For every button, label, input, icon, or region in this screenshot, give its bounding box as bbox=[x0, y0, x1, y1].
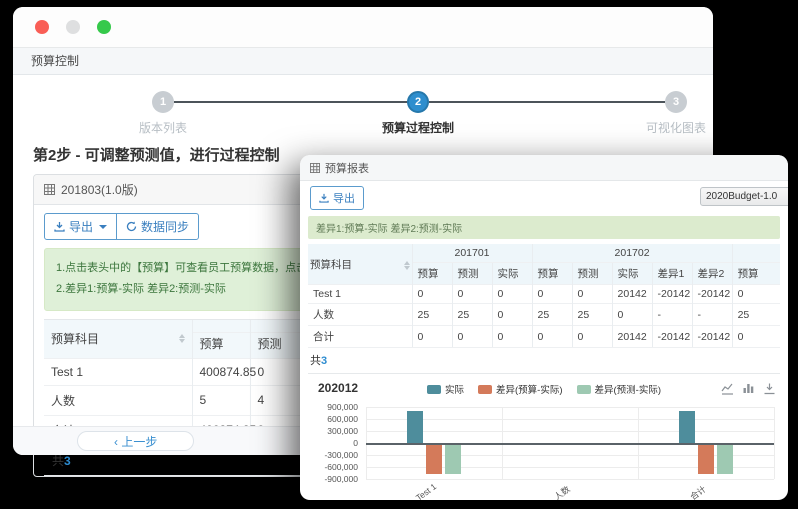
group-header-201702[interactable]: 201702 bbox=[532, 244, 732, 263]
y-axis-tick: -600,000 bbox=[300, 462, 358, 472]
y-axis-tick: 300,000 bbox=[300, 426, 358, 436]
step-3-label: 可视化图表 bbox=[606, 119, 746, 136]
line-chart-icon[interactable] bbox=[721, 382, 734, 395]
bar-实际 bbox=[679, 411, 695, 443]
toolbar: 导出 数据同步 bbox=[44, 213, 199, 240]
group-header-next bbox=[732, 244, 780, 263]
report-col-forecast-1[interactable]: 预测 bbox=[452, 263, 492, 285]
row-count-value: 3 bbox=[64, 454, 71, 468]
refresh-icon bbox=[126, 221, 137, 232]
chart-header: 202012 实际差异(预算-实际)差异(预测-实际) bbox=[300, 379, 788, 399]
download-icon bbox=[54, 221, 65, 232]
bar-差异(预算-实际) bbox=[426, 443, 442, 474]
report-col-budget-2[interactable]: 预算 bbox=[532, 263, 572, 285]
chart-legend: 实际 差异(预算-实际) 差异(预测-实际) bbox=[300, 382, 788, 396]
legend-label: 差异(预测-实际) bbox=[595, 382, 662, 396]
y-axis-tick: -900,000 bbox=[300, 474, 358, 484]
step-connector bbox=[429, 101, 665, 103]
report-col-diff2[interactable]: 差异2 bbox=[692, 263, 732, 285]
legend-item[interactable]: 差异(预算-实际) bbox=[478, 382, 563, 396]
table-row[interactable]: Test 1 0 0 0 0 0 20142 -20142 -20142 0 bbox=[308, 285, 780, 304]
step-2-label: 预算过程控制 bbox=[348, 119, 488, 136]
data-sync-button-label: 数据同步 bbox=[141, 218, 189, 235]
window-titlebar bbox=[13, 7, 713, 48]
report-col-budget-3[interactable]: 预算 bbox=[732, 263, 780, 285]
y-axis-tick: 900,000 bbox=[300, 402, 358, 412]
version-panel-title: 201803(1.0版) bbox=[61, 181, 138, 198]
minimize-window-icon[interactable] bbox=[66, 20, 80, 34]
budget-report-window: 预算报表 导出 2020Budget-1.0 差异1:预算-实际 差异2:预测-… bbox=[300, 155, 788, 500]
close-window-icon[interactable] bbox=[35, 20, 49, 34]
gridline bbox=[366, 431, 774, 432]
step-1-circle[interactable]: 1 bbox=[152, 91, 174, 113]
bar-差异(预测-实际) bbox=[445, 443, 461, 474]
export-button[interactable]: 导出 bbox=[44, 213, 117, 240]
y-axis-tick: 0 bbox=[300, 438, 358, 448]
legend-item[interactable]: 实际 bbox=[427, 382, 464, 396]
report-export-button[interactable]: 导出 bbox=[310, 186, 364, 210]
legend-swatch bbox=[577, 385, 591, 394]
column-header-budget[interactable]: 预算 bbox=[192, 332, 250, 358]
legend-item[interactable]: 差异(预测-实际) bbox=[577, 382, 662, 396]
export-button-label: 导出 bbox=[69, 218, 93, 235]
table-icon bbox=[310, 163, 320, 173]
report-col-forecast-2[interactable]: 预测 bbox=[572, 263, 612, 285]
gridline bbox=[366, 419, 774, 420]
diff-note: 差异1:预算-实际 差异2:预测-实际 bbox=[308, 216, 780, 239]
legend-label: 差异(预算-实际) bbox=[496, 382, 563, 396]
report-toolbar: 导出 2020Budget-1.0 bbox=[300, 181, 788, 214]
report-col-diff1[interactable]: 差异1 bbox=[652, 263, 692, 285]
table-icon bbox=[44, 184, 55, 195]
data-sync-button[interactable]: 数据同步 bbox=[116, 213, 199, 240]
report-title: 预算报表 bbox=[325, 160, 369, 176]
chart-toolbox bbox=[721, 382, 776, 395]
bar-chart-icon[interactable] bbox=[742, 382, 755, 395]
page-title: 预算控制 bbox=[13, 48, 713, 75]
chart-canvas: 900,000 600,000 300,000 0 -300,000 -600,000 -9… bbox=[300, 403, 788, 500]
table-row[interactable]: 人数 25 25 0 25 25 0 - - 25 bbox=[308, 304, 780, 326]
report-header: 预算报表 bbox=[300, 155, 788, 181]
report-subject-label: 预算科目 bbox=[310, 259, 352, 271]
step-1-label: 版本列表 bbox=[93, 119, 233, 136]
subject-header-label: 预算科目 bbox=[51, 332, 99, 346]
gridline bbox=[366, 407, 774, 408]
row-count-value: 3 bbox=[321, 355, 327, 367]
report-row-count: 共3 bbox=[308, 347, 780, 374]
report-col-budget-1[interactable]: 预算 bbox=[412, 263, 452, 285]
legend-swatch bbox=[478, 385, 492, 394]
stepper: 1 2 3 版本列表 预算过程控制 可视化图表 bbox=[13, 75, 713, 137]
previous-step-button[interactable]: ‹ 上一步 bbox=[77, 431, 194, 451]
legend-swatch bbox=[427, 385, 441, 394]
group-header-201701[interactable]: 201701 bbox=[412, 244, 532, 263]
y-axis-tick: -300,000 bbox=[300, 450, 358, 460]
legend-label: 实际 bbox=[445, 382, 464, 396]
report-col-actual-1[interactable]: 实际 bbox=[492, 263, 532, 285]
step-connector bbox=[174, 101, 408, 103]
table-row[interactable]: 合计 0 0 0 0 0 20142 -20142 -20142 0 bbox=[308, 326, 780, 348]
save-image-icon[interactable] bbox=[763, 382, 776, 395]
step-3-circle[interactable]: 3 bbox=[665, 91, 687, 113]
report-col-actual-2[interactable]: 实际 bbox=[612, 263, 652, 285]
caret-down-icon bbox=[99, 225, 107, 229]
zoom-window-icon[interactable] bbox=[97, 20, 111, 34]
report-export-label: 导出 bbox=[333, 190, 355, 206]
plot-area bbox=[366, 407, 774, 479]
sort-icon[interactable] bbox=[179, 334, 185, 343]
download-icon bbox=[319, 193, 329, 203]
row-count-prefix: 共 bbox=[310, 355, 321, 367]
gridline bbox=[774, 407, 775, 479]
report-column-subject[interactable]: 预算科目 bbox=[308, 244, 412, 285]
row-count-prefix: 共 bbox=[52, 454, 64, 468]
report-table: 预算科目 201701 201702 预算 预测 实际 预算 预测 实际 差异1… bbox=[308, 244, 780, 347]
bar-实际 bbox=[407, 411, 423, 443]
zero-axis-line bbox=[366, 443, 774, 445]
sort-icon[interactable] bbox=[404, 261, 410, 270]
column-header-subject[interactable]: 预算科目 bbox=[44, 319, 192, 358]
y-axis-tick: 600,000 bbox=[300, 414, 358, 424]
bar-差异(预测-实际) bbox=[717, 443, 733, 474]
step-2-circle[interactable]: 2 bbox=[407, 91, 429, 113]
budget-version-select[interactable]: 2020Budget-1.0 bbox=[700, 187, 788, 206]
bar-差异(预算-实际) bbox=[698, 443, 714, 474]
